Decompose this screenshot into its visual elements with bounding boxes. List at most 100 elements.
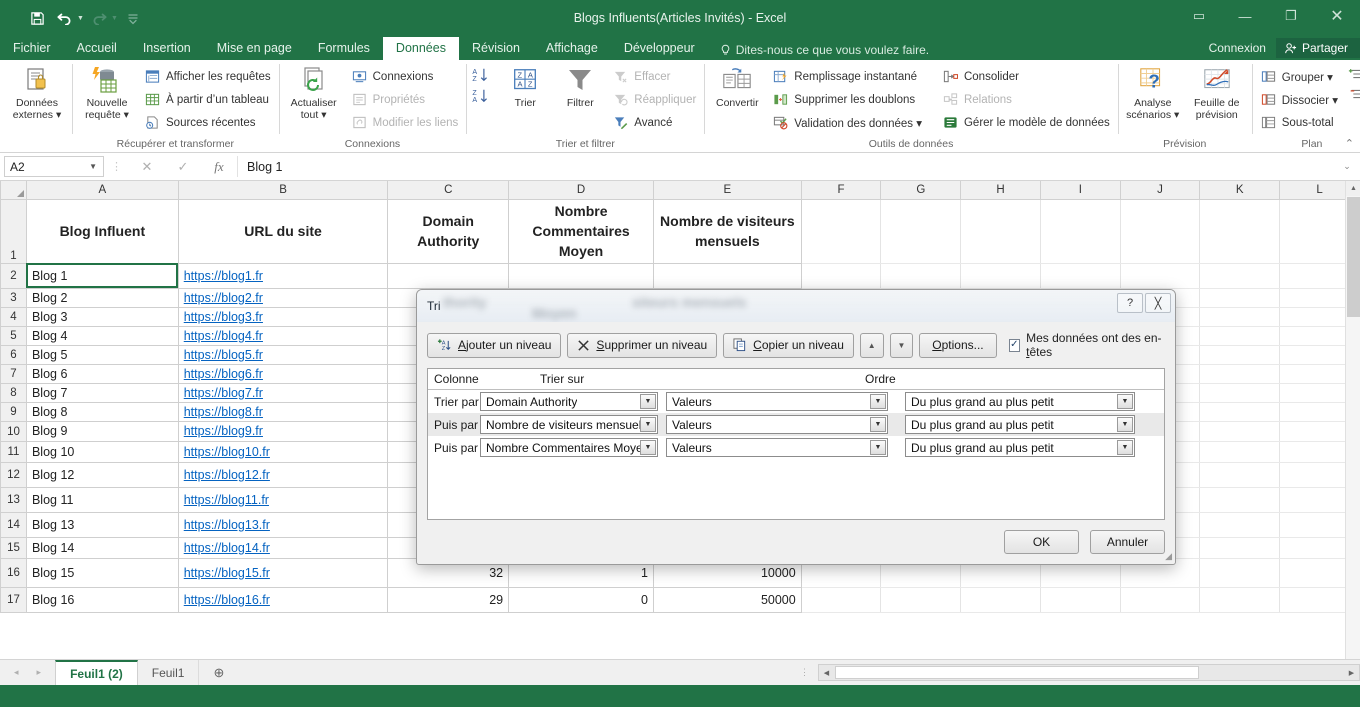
cell-k14[interactable] [1200,512,1280,537]
data-validation-button[interactable]: Validation des données ▾ [768,111,926,134]
cell-k1[interactable] [1200,199,1280,263]
cell-a15[interactable]: Blog 14 [26,537,178,558]
collapse-ribbon-icon[interactable]: ⌃ [1345,137,1354,150]
ungroup-button[interactable]: Dissocier ▾ [1256,88,1342,111]
manage-data-model-button[interactable]: Gérer le modèle de données [938,111,1114,134]
chevron-down-icon[interactable]: ▼ [870,417,886,432]
horizontal-scroll-track[interactable]: ◀ ▶ [818,664,1360,681]
cell-g17[interactable] [881,587,961,612]
cell-d2[interactable] [509,263,654,288]
hide-detail-icon[interactable] [1344,86,1360,102]
ribbon-display-options-icon[interactable]: ▭ [1176,0,1222,32]
scrollbar-grip-icon[interactable]: ⋮ [800,667,810,678]
row-header[interactable]: 9 [1,402,27,421]
hyperlink[interactable]: https://blog12.fr [184,468,270,482]
cell-i1[interactable] [1040,199,1120,263]
cell-k4[interactable] [1200,307,1280,326]
move-level-down-button[interactable]: ▼ [890,333,914,358]
cell-a11[interactable]: Blog 10 [26,441,178,462]
row-header[interactable]: 3 [1,288,27,307]
cell-k8[interactable] [1200,383,1280,402]
sheet-tab-feuil1-2[interactable]: Feuil1 (2) [55,660,138,685]
cell-c17[interactable]: 29 [388,587,509,612]
cell-b13[interactable]: https://blog11.fr [178,487,388,512]
help-icon[interactable]: ? [1117,293,1143,313]
cell-h2[interactable] [961,263,1041,288]
cell-j17[interactable] [1120,587,1200,612]
sort-dialog-title-bar[interactable]: thority Moyen siteurs mensuels Tri ? ╳ [417,290,1175,322]
cell-i17[interactable] [1040,587,1120,612]
cell-a17[interactable]: Blog 16 [26,587,178,612]
show-detail-icon[interactable] [1344,66,1360,82]
hyperlink[interactable]: https://blog7.fr [184,386,263,400]
row-header[interactable]: 8 [1,383,27,402]
cell-b11[interactable]: https://blog10.fr [178,441,388,462]
copy-level-button[interactable]: Copier un niveau [723,333,854,358]
sort-ascending-icon[interactable]: AZ [472,67,494,83]
tab-revision[interactable]: Révision [459,37,533,60]
insert-function-icon[interactable]: fx [201,159,237,175]
hyperlink[interactable]: https://blog15.fr [184,566,270,580]
sort-on-select-2[interactable]: Valeurs ▼ [666,415,888,434]
cell-a3[interactable]: Blog 2 [26,288,178,307]
text-to-columns-button[interactable]: Convertir [708,63,766,111]
hyperlink[interactable]: https://blog8.fr [184,405,263,419]
horizontal-scroll-thumb[interactable] [835,666,1199,679]
cell-f2[interactable] [801,263,881,288]
cell-b3[interactable]: https://blog2.fr [178,288,388,307]
chevron-down-icon[interactable]: ▼ [1117,394,1133,409]
cell-a7[interactable]: Blog 6 [26,364,178,383]
sort-on-select-1[interactable]: Valeurs ▼ [666,392,888,411]
cell-g2[interactable] [881,263,961,288]
cell-b17[interactable]: https://blog16.fr [178,587,388,612]
column-header-b[interactable]: B [178,181,388,199]
cell-k10[interactable] [1200,421,1280,441]
chevron-down-icon[interactable]: ▼ [1117,417,1133,432]
cell-a10[interactable]: Blog 9 [26,421,178,441]
column-header-c[interactable]: C [388,181,509,199]
column-header-g[interactable]: G [881,181,961,199]
horizontal-scrollbar[interactable]: ⋮ ◀ ▶ [800,662,1360,683]
hyperlink[interactable]: https://blog9.fr [184,424,263,438]
delete-level-button[interactable]: Supprimer un niveau [567,333,717,358]
row-header[interactable]: 11 [1,441,27,462]
expand-formula-bar-icon[interactable]: ⌄ [1338,161,1356,172]
cell-a4[interactable]: Blog 3 [26,307,178,326]
row-header[interactable]: 7 [1,364,27,383]
tell-me-box[interactable]: Dites-nous ce que vous voulez faire. [720,43,929,60]
sort-order-select-3[interactable]: Du plus grand au plus petit ▼ [905,438,1135,457]
cell-b15[interactable]: https://blog14.fr [178,537,388,558]
cell-b10[interactable]: https://blog9.fr [178,421,388,441]
cell-b6[interactable]: https://blog5.fr [178,345,388,364]
cell-a2[interactable]: Blog 1 [26,263,178,288]
ok-button[interactable]: OK [1004,530,1079,554]
close-icon[interactable]: ╳ [1145,293,1171,313]
external-data-button[interactable]: Données externes ▾ [6,63,68,123]
hyperlink[interactable]: https://blog3.fr [184,310,263,324]
vertical-scroll-thumb[interactable] [1347,197,1360,317]
sort-column-select-3[interactable]: Nombre Commentaires Moyen ▼ [480,438,658,457]
my-data-has-headers-checkbox[interactable]: ✓ Mes données ont des en-têtes [1009,331,1165,359]
cell-j1[interactable] [1120,199,1200,263]
cancel-button[interactable]: Annuler [1090,530,1165,554]
cell-k6[interactable] [1200,345,1280,364]
scroll-right-icon[interactable]: ▶ [1344,665,1359,680]
name-box-chevron-down-icon[interactable]: ▼ [89,162,97,171]
checkbox-checked-icon[interactable]: ✓ [1009,339,1020,352]
connections-button[interactable]: Connexions [347,65,463,88]
sort-descending-icon[interactable]: ZA [472,88,494,104]
cell-e1[interactable]: Nombre de visiteurs mensuels [653,199,801,263]
hyperlink[interactable]: https://blog1.fr [184,269,263,283]
cell-k5[interactable] [1200,326,1280,345]
row-header[interactable]: 15 [1,537,27,558]
hyperlink[interactable]: https://blog2.fr [184,291,263,305]
select-all-corner[interactable] [1,181,27,199]
tab-affichage[interactable]: Affichage [533,37,611,60]
cell-a1[interactable]: Blog Influent [26,199,178,263]
vertical-scrollbar[interactable]: ▲ [1345,181,1360,659]
column-header-h[interactable]: H [961,181,1041,199]
cell-b4[interactable]: https://blog3.fr [178,307,388,326]
cell-b2[interactable]: https://blog1.fr [178,263,388,288]
cell-j2[interactable] [1120,263,1200,288]
what-if-analysis-button[interactable]: ? Analyse scénarios ▾ [1122,63,1184,123]
